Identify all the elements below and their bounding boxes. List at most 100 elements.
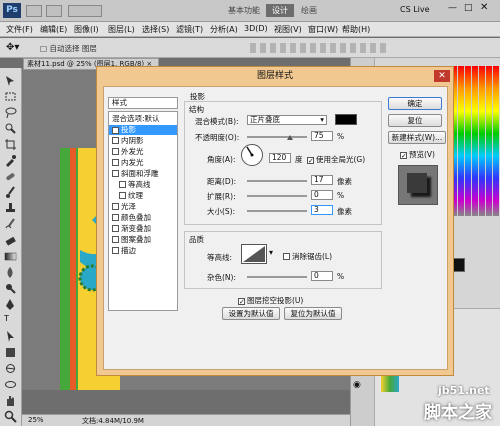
clone-stamp-tool-icon[interactable]	[4, 202, 17, 215]
workspace-basic-button[interactable]: 基本功能	[228, 5, 260, 16]
shape-tool-icon[interactable]	[4, 346, 17, 359]
align-icons[interactable]	[250, 43, 390, 53]
menu-help[interactable]: 帮助(H)	[342, 24, 370, 35]
style-item[interactable]: 斜面和浮雕	[109, 169, 177, 179]
minibridge-icon[interactable]	[46, 5, 62, 17]
knockout-checkbox[interactable]: ✓ 图层挖空投影(U)	[238, 295, 303, 306]
style-checkbox[interactable]	[119, 181, 126, 188]
distance-slider[interactable]	[247, 180, 307, 182]
eyedropper-tool-icon[interactable]	[4, 154, 17, 167]
antialias-check[interactable]	[283, 253, 290, 260]
style-checkbox[interactable]: ✓	[112, 127, 119, 135]
reset-default-button[interactable]: 复位为默认值	[284, 307, 342, 320]
menu-3d[interactable]: 3D(D)	[244, 24, 268, 33]
swatches-panel[interactable]	[451, 66, 499, 216]
style-item[interactable]: 图案叠加	[109, 235, 177, 245]
marquee-tool-icon[interactable]	[4, 90, 17, 103]
style-checkbox[interactable]	[112, 247, 119, 254]
blur-tool-icon[interactable]	[4, 266, 17, 279]
quick-select-tool-icon[interactable]	[4, 122, 17, 135]
reset-button[interactable]: 复位	[388, 114, 442, 127]
style-checkbox[interactable]	[112, 236, 119, 243]
contour-picker[interactable]	[241, 244, 267, 264]
dodge-tool-icon[interactable]	[4, 282, 17, 295]
style-checkbox[interactable]	[112, 170, 119, 177]
style-item[interactable]: 等高线	[109, 180, 177, 190]
angle-input[interactable]: 120	[269, 153, 291, 163]
menu-edit[interactable]: 编辑(E)	[40, 24, 67, 35]
document-info[interactable]: 文档:4.84M/10.9M	[82, 416, 144, 426]
layer-row-thumbnail[interactable]	[381, 376, 399, 392]
noise-input[interactable]: 0	[311, 271, 333, 281]
angle-dial[interactable]	[241, 144, 263, 166]
styles-header[interactable]: 样式	[108, 97, 178, 109]
brush-tool-icon[interactable]	[4, 186, 17, 199]
pen-tool-icon[interactable]	[4, 298, 17, 311]
zoom-level-select[interactable]	[68, 5, 102, 17]
menu-window[interactable]: 窗口(W)	[308, 24, 338, 35]
style-item[interactable]: 内阴影	[109, 136, 177, 146]
gradient-tool-icon[interactable]	[4, 250, 17, 263]
noise-slider[interactable]	[247, 276, 307, 278]
style-checkbox[interactable]	[112, 137, 119, 144]
menu-file[interactable]: 文件(F)	[6, 24, 33, 35]
chevron-down-icon[interactable]: ▾	[269, 248, 273, 257]
style-checkbox[interactable]	[112, 225, 119, 232]
style-item[interactable]: 光泽	[109, 202, 177, 212]
cs-live-button[interactable]: CS Live	[400, 5, 430, 14]
style-item[interactable]: 混合选项:默认	[109, 114, 177, 124]
style-item[interactable]: 描边	[109, 246, 177, 256]
menu-filter[interactable]: 滤镜(T)	[176, 24, 203, 35]
set-default-button[interactable]: 设置为默认值	[222, 307, 280, 320]
dialog-close-button[interactable]: ✕	[434, 70, 450, 82]
type-tool-icon[interactable]: T	[4, 314, 17, 327]
menu-select[interactable]: 选择(S)	[142, 24, 169, 35]
healing-brush-tool-icon[interactable]	[4, 170, 17, 183]
style-item[interactable]: 外发光	[109, 147, 177, 157]
window-maximize-button[interactable]: □	[464, 3, 473, 13]
blend-mode-select[interactable]: 正片叠底 ▾	[247, 115, 327, 125]
lasso-tool-icon[interactable]	[4, 106, 17, 119]
distance-input[interactable]: 17	[311, 175, 333, 185]
knockout-check[interactable]: ✓	[238, 298, 245, 306]
ok-button[interactable]: 确定	[388, 97, 442, 110]
size-slider[interactable]	[247, 210, 307, 212]
zoom-percent[interactable]: 25%	[28, 416, 44, 424]
style-item[interactable]: 纹理	[109, 191, 177, 201]
spread-slider[interactable]	[247, 195, 307, 197]
style-item[interactable]: 颜色叠加	[109, 213, 177, 223]
workspace-paint-button[interactable]: 绘画	[301, 5, 317, 16]
preview-check[interactable]: ✓	[400, 152, 407, 160]
window-minimize-button[interactable]: —	[448, 3, 457, 13]
global-light-check[interactable]: ✓	[307, 157, 314, 165]
style-checkbox[interactable]	[112, 148, 119, 155]
menu-layer[interactable]: 图层(L)	[108, 24, 135, 35]
3d-camera-tool-icon[interactable]	[4, 378, 17, 391]
opacity-slider[interactable]	[247, 136, 307, 138]
size-input[interactable]: 3	[311, 205, 333, 215]
antialias-checkbox[interactable]: 消除锯齿(L)	[283, 251, 332, 262]
style-checkbox[interactable]	[112, 159, 119, 166]
style-item[interactable]: 渐变叠加	[109, 224, 177, 234]
eraser-tool-icon[interactable]	[4, 234, 17, 247]
menu-analysis[interactable]: 分析(A)	[210, 24, 238, 35]
menu-image[interactable]: 图像(I)	[74, 24, 99, 35]
options-auto-select[interactable]: □ 自动选择 图层	[40, 43, 97, 54]
zoom-tool-icon[interactable]	[4, 410, 17, 423]
eye-icon[interactable]: ◉	[353, 380, 361, 390]
style-item[interactable]: ✓ 投影	[109, 125, 177, 135]
3d-rotate-tool-icon[interactable]	[4, 362, 17, 375]
opacity-slider-handle[interactable]	[287, 135, 293, 140]
move-tool-icon[interactable]	[4, 74, 17, 87]
style-item[interactable]: 内发光	[109, 158, 177, 168]
bridge-icon[interactable]	[26, 5, 42, 17]
shadow-color-swatch[interactable]	[335, 114, 357, 125]
style-checkbox[interactable]	[112, 203, 119, 210]
history-brush-tool-icon[interactable]	[4, 218, 17, 231]
style-checkbox[interactable]	[119, 192, 126, 199]
new-style-button[interactable]: 新建样式(W)...	[388, 131, 446, 144]
hand-tool-icon[interactable]	[4, 394, 17, 407]
window-close-button[interactable]: ✕	[480, 2, 488, 13]
path-select-tool-icon[interactable]	[4, 330, 17, 343]
opacity-input[interactable]: 75	[311, 131, 333, 141]
